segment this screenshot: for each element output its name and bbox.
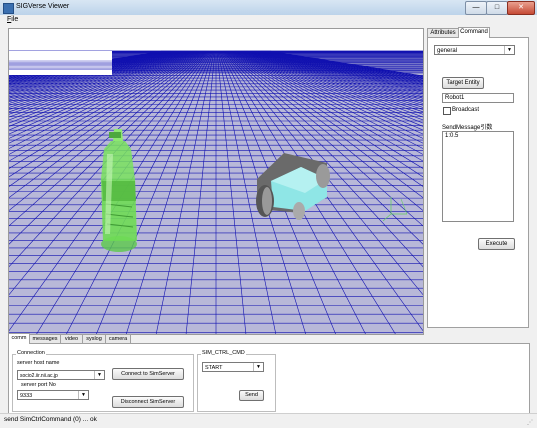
send-message-label: SendMessage引数: [442, 125, 493, 131]
title-bar: SIGVerse Viewer — □ ✕: [0, 0, 537, 16]
target-entity-field[interactable]: Robot1: [442, 93, 514, 103]
far-wall-block: [9, 51, 112, 75]
execute-button[interactable]: Execute: [478, 238, 515, 250]
status-bar: send SimCtrlCommand (0) ... ok ⋰: [0, 413, 537, 428]
connect-button[interactable]: Connect to SimServer: [112, 368, 184, 380]
connection-group-label: Connection: [16, 350, 46, 356]
menu-file[interactable]: File: [7, 16, 18, 23]
minimize-button[interactable]: —: [465, 1, 487, 15]
chevron-down-icon: ▼: [504, 46, 514, 54]
broadcast-checkbox[interactable]: [443, 107, 451, 115]
comm-tab-body: Connection server host name socio2.iir.n…: [8, 343, 530, 414]
bottom-panel: comm messages video syslog camera Connec…: [8, 333, 530, 414]
sim-ctrl-group: SIM_CTRL_CMD START ▼ Send: [197, 350, 276, 412]
window-title: SIGVerse Viewer: [16, 3, 70, 10]
sim-ctrl-value: START: [205, 365, 223, 371]
status-text: send SimCtrlCommand (0) ... ok: [4, 416, 97, 423]
target-entity-button[interactable]: Target Entity: [442, 77, 484, 89]
send-button[interactable]: Send: [239, 390, 264, 401]
tab-command[interactable]: Command: [458, 27, 490, 38]
app-icon: [3, 3, 14, 14]
close-button[interactable]: ✕: [507, 1, 535, 15]
command-select[interactable]: general ▼: [434, 45, 515, 55]
connection-group: Connection server host name socio2.iir.n…: [12, 350, 194, 412]
server-host-select[interactable]: socio2.iir.nii.ac.jp ▼: [17, 370, 105, 380]
chevron-down-icon: ▼: [94, 371, 104, 379]
disconnect-button[interactable]: Disconnect SimServer: [112, 396, 184, 408]
scene-canvas: [9, 29, 423, 334]
command-tab-body: general ▼ Target Entity Robot1 Broadcast…: [427, 37, 529, 328]
tab-comm[interactable]: comm: [8, 333, 30, 344]
broadcast-label: Broadcast: [452, 107, 480, 113]
server-host-value: socio2.iir.nii.ac.jp: [20, 373, 58, 379]
send-message-textarea[interactable]: 1:0.5: [442, 131, 514, 222]
maximize-button[interactable]: □: [486, 1, 508, 15]
menu-file-rest: ile: [11, 16, 19, 23]
chevron-down-icon: ▼: [253, 363, 263, 371]
server-port-select[interactable]: 9333 ▼: [17, 390, 89, 400]
sim-ctrl-group-label: SIM_CTRL_CMD: [201, 350, 246, 356]
server-port-value: 9333: [20, 393, 33, 399]
server-port-label: server port No: [21, 382, 56, 388]
command-select-value: general: [437, 48, 458, 54]
simulation-viewport[interactable]: [8, 28, 424, 335]
server-host-label: server host name: [17, 360, 60, 366]
sim-ctrl-select[interactable]: START ▼: [202, 362, 264, 372]
chevron-down-icon: ▼: [78, 391, 88, 399]
right-panel: Attributes Command general ▼ Target Enti…: [427, 27, 529, 328]
resize-grip-icon[interactable]: ⋰: [527, 419, 535, 427]
menu-bar: File: [0, 15, 537, 26]
